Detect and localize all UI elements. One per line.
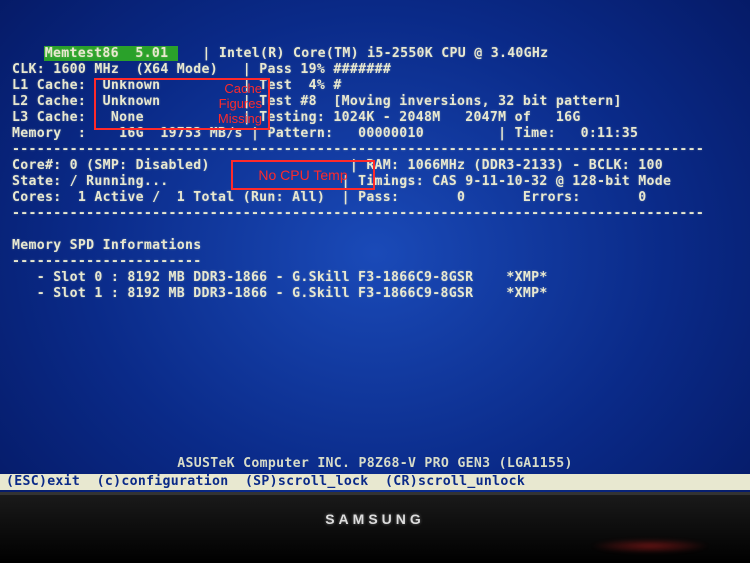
annotation-temp-box: No CPU Temp bbox=[231, 160, 375, 190]
monitor-brand: SAMSUNG bbox=[325, 511, 425, 527]
separator-short: ----------------------- bbox=[12, 254, 732, 270]
spd-slot0: - Slot 0 : 8192 MB DDR3-1866 - G.Skill F… bbox=[12, 270, 732, 286]
row-title: Memtest86 5.01 | Intel(R) Core(TM) i5-25… bbox=[12, 46, 732, 62]
spd-slot1: - Slot 1 : 8192 MB DDR3-1866 - G.Skill F… bbox=[12, 286, 732, 302]
separator: ----------------------------------------… bbox=[12, 206, 732, 222]
row-cores: Cores: 1 Active / 1 Total (Run: All) | P… bbox=[12, 190, 732, 206]
separator: ----------------------------------------… bbox=[12, 142, 732, 158]
memtest86-screen: { "title": { "name": "Memtest86", "versi… bbox=[0, 0, 750, 563]
row-clk: CLK: 1600 MHz (X64 Mode) | Pass 19% ####… bbox=[12, 62, 732, 78]
annotation-label: Missing bbox=[218, 112, 262, 126]
annotation-label: Figures bbox=[219, 97, 262, 111]
motherboard-line: ASUSTeK Computer INC. P8Z68-V PRO GEN3 (… bbox=[0, 456, 750, 472]
indicator-glow bbox=[590, 539, 710, 553]
annotation-label: Cache bbox=[224, 82, 262, 96]
command-bar[interactable]: (ESC)exit (c)configuration (SP)scroll_lo… bbox=[0, 474, 750, 490]
annotation-label: No CPU Temp bbox=[258, 168, 347, 182]
monitor-bezel: SAMSUNG bbox=[0, 492, 750, 563]
spd-heading: Memory SPD Informations bbox=[12, 238, 732, 254]
annotation-cache-box: Cache Figures Missing bbox=[94, 78, 270, 130]
